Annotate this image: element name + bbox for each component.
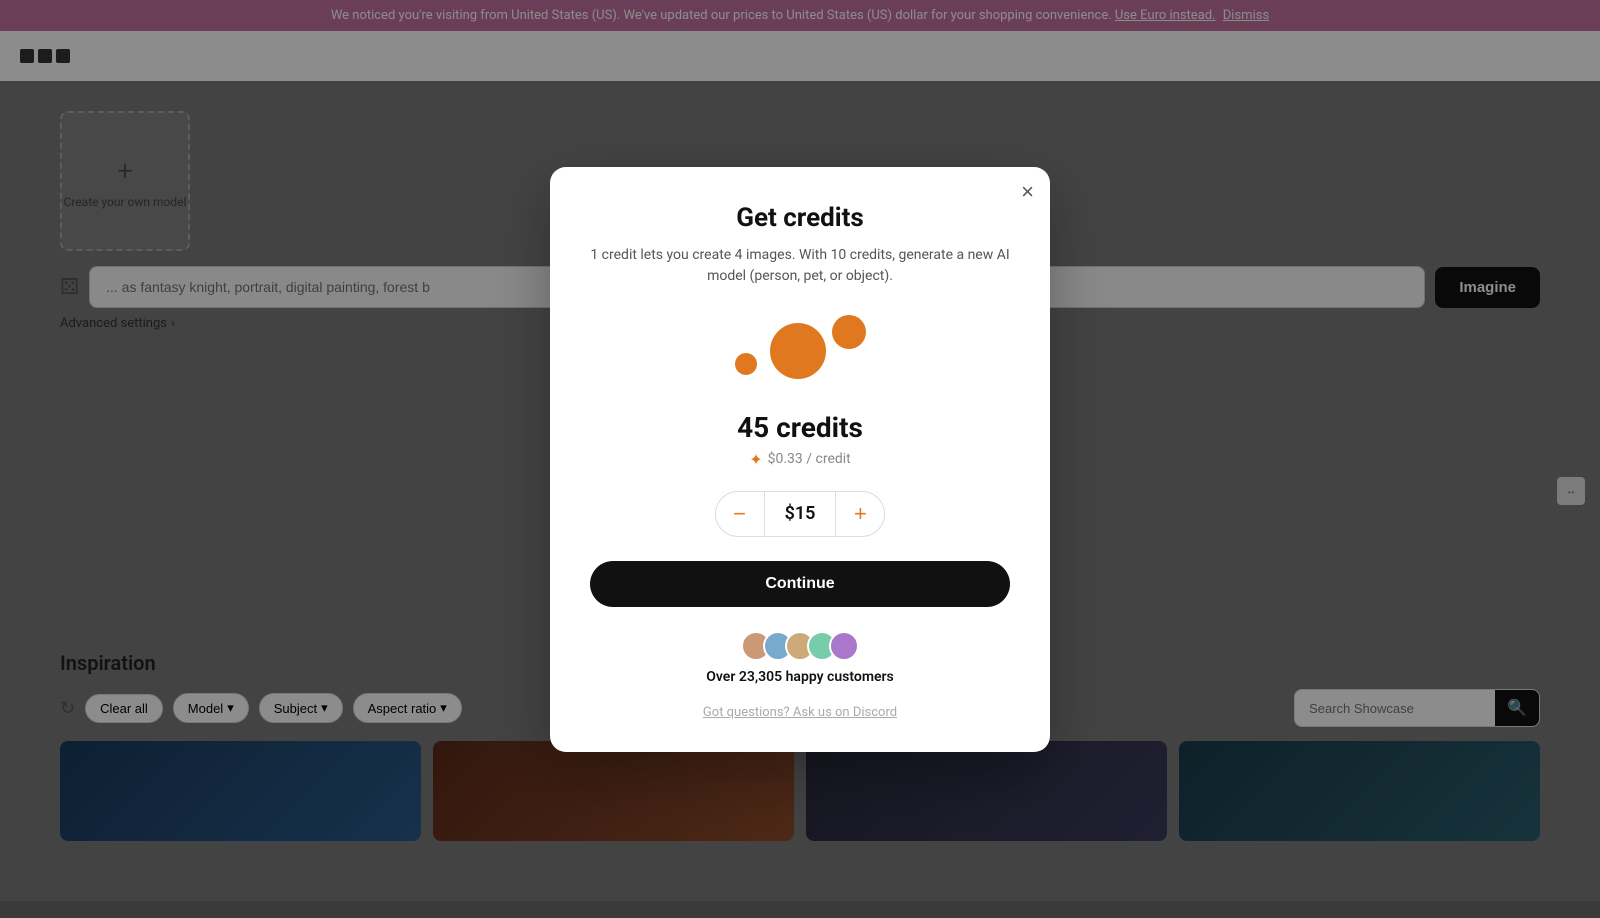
continue-button[interactable]: Continue (590, 561, 1010, 607)
price-per-credit: ✦ $0.33 / credit (590, 450, 1010, 469)
avatar-row (741, 631, 859, 661)
modal-close-button[interactable]: × (1021, 181, 1034, 203)
price-per-credit-text: $0.33 / credit (768, 451, 851, 467)
circle-large (770, 323, 826, 379)
social-proof: Over 23,305 happy customers (590, 631, 1010, 685)
get-credits-modal: × Get credits 1 credit lets you create 4… (550, 167, 1050, 752)
avatar-5 (829, 631, 859, 661)
star-icon: ✦ (749, 450, 762, 469)
circle-medium (832, 315, 866, 349)
increment-button[interactable]: + (836, 492, 884, 536)
credits-graphic (590, 311, 1010, 391)
price-stepper: − $15 + (590, 491, 1010, 537)
stepper-container: − $15 + (715, 491, 886, 537)
price-value: $15 (764, 492, 837, 536)
modal-subtitle: 1 credit lets you create 4 images. With … (590, 245, 1010, 287)
modal-title: Get credits (590, 203, 1010, 233)
circle-small (735, 353, 757, 375)
decrement-button[interactable]: − (716, 492, 764, 536)
discord-link[interactable]: Got questions? Ask us on Discord (703, 705, 897, 720)
modal-overlay: × Get credits 1 credit lets you create 4… (0, 0, 1600, 918)
credits-amount: 45 credits (590, 411, 1010, 444)
social-proof-text: Over 23,305 happy customers (706, 669, 894, 685)
